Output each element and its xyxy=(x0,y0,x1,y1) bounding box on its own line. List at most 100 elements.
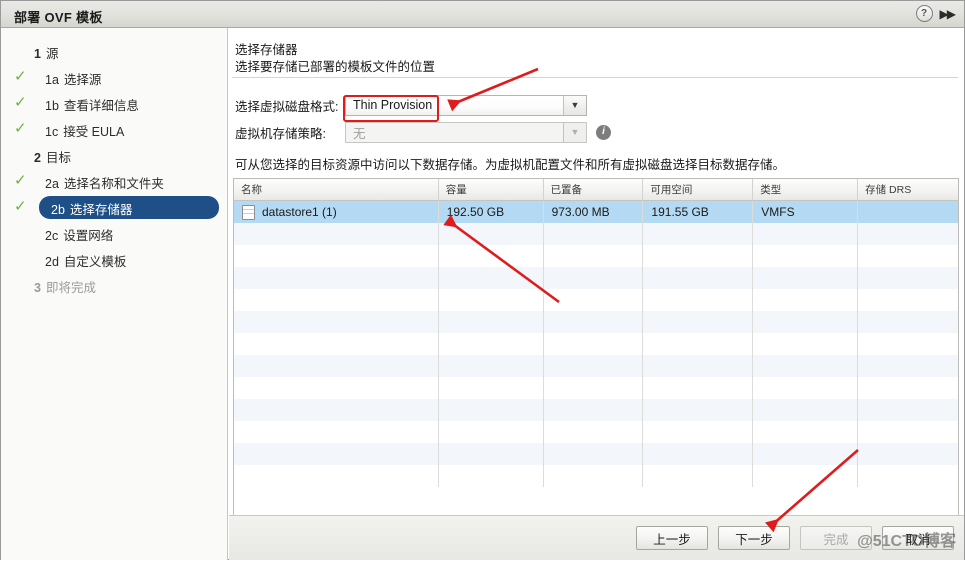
table-row-empty[interactable] xyxy=(234,465,958,487)
sidebar-step-label: 2b 选择存储器 xyxy=(51,199,132,218)
table-row-empty[interactable] xyxy=(234,245,958,267)
cell-empty xyxy=(234,333,439,355)
table-row-empty[interactable] xyxy=(234,267,958,289)
deploy-ovf-template-dialog: 部署 OVF 模板 ? ▶▶ 1 源 ✓ 1a 选择源 ✓ 1b 查看详细信息 ✓ 1c 接受 EU… xyxy=(0,0,965,560)
disk-format-label: 选择虚拟磁盘格式: xyxy=(235,99,339,114)
sidebar-step-label: 2d 自定义模板 xyxy=(45,251,126,270)
sidebar-step-2a[interactable]: ✓ 2a 选择名称和文件夹 xyxy=(1,169,228,195)
cell-empty xyxy=(753,245,859,267)
sidebar-step-label: 2a 选择名称和文件夹 xyxy=(45,173,164,192)
sidebar-step-1b[interactable]: ✓ 1b 查看详细信息 xyxy=(1,91,228,117)
cell-empty xyxy=(439,377,544,399)
sidebar-step-1a[interactable]: ✓ 1a 选择源 xyxy=(1,65,228,91)
cell-empty xyxy=(234,245,439,267)
table-row-empty[interactable] xyxy=(234,443,958,465)
cell-empty xyxy=(544,289,644,311)
column-header-3[interactable]: 可用空间 xyxy=(643,179,754,200)
cell-empty xyxy=(544,355,644,377)
column-header-5[interactable]: 存储 DRS xyxy=(858,179,958,200)
sidebar-step-2[interactable]: 2 目标 xyxy=(1,143,228,169)
chevron-down-icon[interactable]: ▼ xyxy=(563,95,586,115)
cell-empty xyxy=(858,311,958,333)
cell-empty xyxy=(858,289,958,311)
footer-button-0[interactable]: 上一步 xyxy=(636,526,708,550)
table-row-empty[interactable] xyxy=(234,289,958,311)
sidebar-step-text: 目标 xyxy=(45,150,71,165)
dialog-title: 部署 OVF 模板 xyxy=(14,10,103,25)
cell-empty xyxy=(643,377,754,399)
table-row-empty[interactable] xyxy=(234,399,958,421)
cell-empty xyxy=(439,465,544,487)
column-header-1[interactable]: 容量 xyxy=(439,179,544,200)
cell-empty xyxy=(234,443,439,465)
cell-drs xyxy=(858,201,958,223)
table-row-empty[interactable] xyxy=(234,223,958,245)
chevron-down-icon: ▼ xyxy=(563,122,586,142)
table-body: datastore1 (1) 192.50 GB 973.00 MB 191.55 G… xyxy=(234,201,958,487)
sidebar-step-label: 1b 查看详细信息 xyxy=(45,95,139,114)
storage-policy-label: 虚拟机存储策略: xyxy=(235,126,326,141)
sidebar-step-number: 3 xyxy=(34,280,41,295)
column-header-2[interactable]: 已置备 xyxy=(544,179,644,200)
sidebar-step-text: 源 xyxy=(45,46,59,61)
sidebar-step-2c[interactable]: 2c 设置网络 xyxy=(1,221,228,247)
cell-empty xyxy=(643,443,754,465)
storage-policy-value: 无 xyxy=(353,126,366,141)
table-row-empty[interactable] xyxy=(234,311,958,333)
cell-empty xyxy=(643,355,754,377)
sidebar-step-1c[interactable]: ✓ 1c 接受 EULA xyxy=(1,117,228,143)
table-header-row: 名称 容量 已置备 可用空间 类型 存储 DRS xyxy=(234,179,958,201)
cell-empty xyxy=(544,311,644,333)
double-chevron-right-icon[interactable]: ▶▶ xyxy=(938,8,957,20)
cell-empty xyxy=(234,267,439,289)
cell-empty xyxy=(544,267,644,289)
cell-empty xyxy=(858,465,958,487)
table-row[interactable]: datastore1 (1) 192.50 GB 973.00 MB 191.55 G… xyxy=(234,201,958,223)
sidebar-step-text: 选择存储器 xyxy=(69,202,133,217)
table-row-empty[interactable] xyxy=(234,421,958,443)
dialog-footer: 上一步 下一步 完成 取消 xyxy=(229,515,964,560)
table-row-empty[interactable] xyxy=(234,355,958,377)
sidebar-step-number: 2c xyxy=(45,228,59,243)
cell-empty xyxy=(234,377,439,399)
sidebar-step-number: 2a xyxy=(45,176,59,191)
cell-empty xyxy=(753,267,859,289)
cell-empty xyxy=(234,421,439,443)
info-icon[interactable]: i xyxy=(596,124,611,140)
cell-empty xyxy=(234,311,439,333)
watermark: @51CTO博客 xyxy=(857,533,956,550)
column-header-0[interactable]: 名称 xyxy=(234,179,439,200)
cell-empty xyxy=(439,245,544,267)
check-icon: ✓ xyxy=(14,120,27,137)
cell-empty xyxy=(858,377,958,399)
cell-empty xyxy=(858,223,958,245)
cell-empty xyxy=(858,421,958,443)
main-panel: 选择存储器 选择要存储已部署的模板文件的位置 选择虚拟磁盘格式: Thin Pr… xyxy=(229,28,964,560)
table-row-empty[interactable] xyxy=(234,377,958,399)
cell-empty xyxy=(439,399,544,421)
cell-empty xyxy=(544,377,644,399)
cell-empty xyxy=(643,311,754,333)
cell-empty xyxy=(234,465,439,487)
check-icon: ✓ xyxy=(14,94,27,111)
sidebar-step-2b[interactable]: ✓ 2b 选择存储器 xyxy=(1,195,228,221)
table-row-empty[interactable] xyxy=(234,333,958,355)
header-divider xyxy=(232,77,958,78)
cell-empty xyxy=(544,399,644,421)
cell-empty xyxy=(234,223,439,245)
footer-button-1[interactable]: 下一步 xyxy=(718,526,790,550)
sidebar-step-1[interactable]: 1源 xyxy=(1,39,228,65)
cell-empty xyxy=(439,267,544,289)
cell-empty xyxy=(643,399,754,421)
cell-empty xyxy=(544,421,644,443)
cell-free: 191.55 GB xyxy=(643,201,754,223)
column-header-4[interactable]: 类型 xyxy=(753,179,859,200)
sidebar-step-number: 1 xyxy=(34,46,41,61)
sidebar-step-3[interactable]: 3 即将完成 xyxy=(1,273,228,299)
storage-policy-select[interactable]: 无 ▼ xyxy=(345,121,587,143)
page-subtitle: 选择要存储已部署的模板文件的位置 xyxy=(235,60,436,74)
cell-empty xyxy=(439,223,544,245)
cell-empty xyxy=(234,355,439,377)
help-icon[interactable]: ? xyxy=(915,5,933,22)
sidebar-step-2d[interactable]: 2d 自定义模板 xyxy=(1,247,228,273)
